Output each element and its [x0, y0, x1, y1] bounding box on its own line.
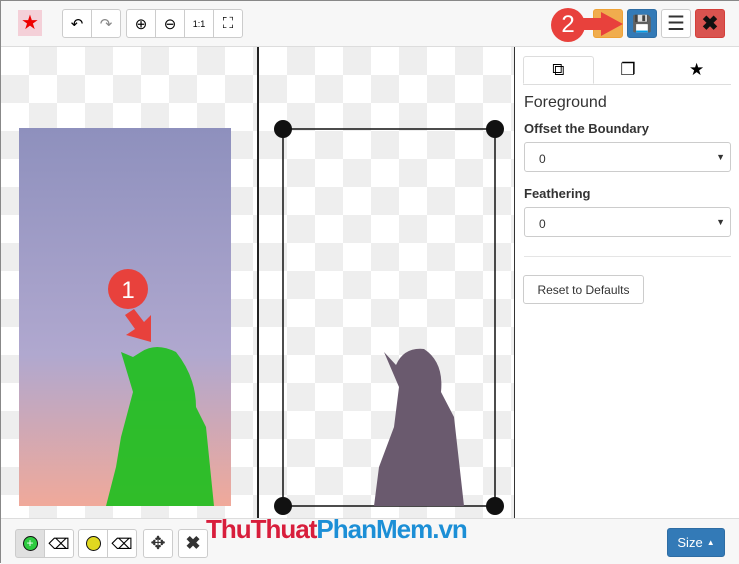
- size-button[interactable]: Size ▲: [667, 528, 725, 557]
- tab-foreground[interactable]: ⧉: [523, 56, 594, 84]
- undo-button[interactable]: ↶: [62, 9, 92, 38]
- zoom-out-icon: ⊖: [163, 15, 177, 33]
- watermark-part-2: PhanMem: [316, 514, 433, 544]
- save-icon: 💾: [632, 15, 652, 33]
- move-icon: ✥: [150, 533, 166, 553]
- eraser-icon: ⌫: [111, 535, 133, 553]
- clear-button[interactable]: ✖: [178, 529, 208, 558]
- panel-divider: [524, 256, 731, 257]
- zoom-fit-icon: ⛶: [222, 15, 234, 32]
- watermark: ThuThuatPhanMem.vn: [206, 514, 468, 545]
- star-icon: ★: [689, 60, 705, 79]
- chevron-down-icon: ▼: [716, 217, 725, 227]
- close-button[interactable]: ✖: [695, 9, 725, 38]
- app-logo: ★: [18, 10, 42, 36]
- annotation-step-1: 1: [121, 277, 134, 304]
- watermark-part-3: .vn: [432, 514, 468, 544]
- menu-icon: ☰: [667, 13, 685, 35]
- bottom-toolbar: + ⌫ ⌫ ✥ ✖ ThuThuatPhanMem.vn Size ▲: [1, 514, 739, 564]
- zoom-in-icon: ⊕: [134, 15, 148, 33]
- feathering-select[interactable]: 0 ▼: [524, 207, 731, 237]
- zoom-in-button[interactable]: ⊕: [126, 9, 156, 38]
- annotation-arrowhead-2: [601, 12, 623, 36]
- erase-background-button[interactable]: ⌫: [107, 529, 137, 558]
- chevron-down-icon: ▼: [716, 152, 725, 162]
- clear-icon: ✖: [185, 533, 201, 553]
- offset-label: Offset the Boundary: [524, 121, 649, 136]
- crop-handle-tr[interactable]: [486, 120, 504, 138]
- eraser-icon: ⌫: [48, 535, 70, 553]
- menu-button[interactable]: ☰: [661, 9, 691, 38]
- zoom-actual-button[interactable]: 1:1: [184, 9, 214, 38]
- crop-handle-tl[interactable]: [274, 120, 292, 138]
- annotation-step-2: 2: [551, 8, 585, 42]
- zoom-fit-button[interactable]: ⛶: [213, 9, 243, 38]
- zoom-out-button[interactable]: ⊖: [155, 9, 185, 38]
- reset-defaults-button[interactable]: Reset to Defaults: [523, 275, 644, 304]
- caret-up-icon: ▲: [706, 538, 715, 547]
- move-button[interactable]: ✥: [143, 529, 173, 558]
- close-icon: ✖: [701, 13, 719, 35]
- mark-foreground-button[interactable]: +: [15, 529, 45, 558]
- feathering-value: 0: [539, 217, 546, 231]
- add-foreground-icon: +: [22, 536, 38, 551]
- size-label: Size: [677, 535, 703, 550]
- zoom-actual-icon: 1:1: [192, 18, 206, 29]
- source-canvas[interactable]: 1: [1, 47, 257, 518]
- redo-button[interactable]: ↷: [91, 9, 121, 38]
- offset-select[interactable]: 0 ▼: [524, 142, 731, 172]
- undo-icon: ↶: [70, 15, 84, 33]
- foreground-cutout: [374, 348, 464, 506]
- erase-foreground-button[interactable]: ⌫: [44, 529, 74, 558]
- annotation-arrow-2: [581, 18, 603, 30]
- feathering-label: Feathering: [524, 186, 591, 201]
- foreground-icon: ⧉: [552, 60, 565, 79]
- top-toolbar: ★ ↶ ↷ ⊕ ⊖ 1:1 ⛶ ▶ 💾 ☰ ✖ 2: [1, 1, 739, 47]
- mark-background-button[interactable]: [78, 529, 108, 558]
- offset-value: 0: [539, 152, 546, 166]
- panel-title: Foreground: [524, 94, 607, 111]
- tab-background[interactable]: ❐: [594, 56, 663, 84]
- result-canvas[interactable]: [259, 47, 514, 518]
- save-button[interactable]: 💾: [627, 9, 657, 38]
- crop-handle-br[interactable]: [486, 497, 504, 515]
- redo-icon: ↷: [99, 15, 113, 33]
- background-icon: ❐: [620, 60, 636, 79]
- crop-handle-bl[interactable]: [274, 497, 292, 515]
- tab-effects[interactable]: ★: [662, 56, 731, 84]
- properties-panel: ⧉ ❐ ★ Foreground Offset the Boundary 0 ▼ …: [514, 47, 739, 518]
- background-marker-icon: [85, 536, 101, 551]
- watermark-part-1: ThuThuat: [206, 514, 317, 544]
